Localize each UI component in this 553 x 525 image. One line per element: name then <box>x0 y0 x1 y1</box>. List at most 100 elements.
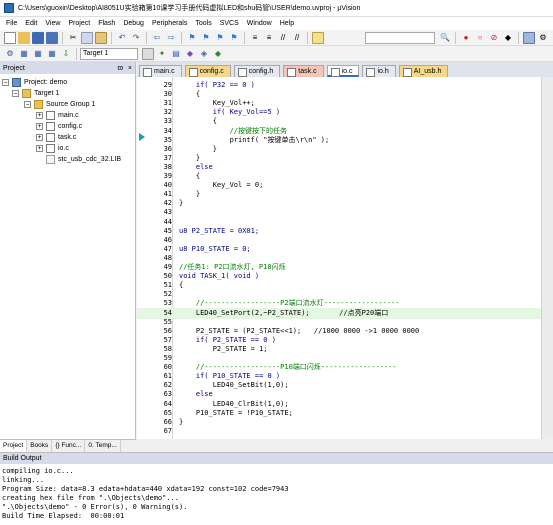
unindent-icon[interactable]: ≡ <box>263 32 275 44</box>
tab-books[interactable]: Books <box>27 440 53 452</box>
tab-task-c[interactable]: task.c <box>283 65 324 77</box>
save-all-icon[interactable] <box>46 31 58 44</box>
tree-file-main[interactable]: + main.c <box>36 110 79 121</box>
tab-templates[interactable]: 0. Temp... <box>85 440 121 452</box>
redo-icon[interactable]: ↷ <box>130 32 142 44</box>
select-packs-icon[interactable]: ◈ <box>198 48 210 60</box>
nav-forward-icon[interactable]: ⇨ <box>165 32 177 44</box>
expand-icon[interactable]: + <box>36 112 43 119</box>
kill-breakpoints-icon[interactable]: ◆ <box>502 32 514 44</box>
tree-label: stc_usb_cdc_32.LIB <box>58 156 122 163</box>
toolbar-separator <box>146 31 147 44</box>
tree-label: io.c <box>58 145 69 152</box>
build-line: creating hex file from ".\Objects\demo".… <box>2 494 180 502</box>
indent-icon[interactable]: ≡ <box>249 32 261 44</box>
project-panel-title: Project <box>3 64 25 72</box>
undo-icon[interactable]: ↶ <box>116 32 128 44</box>
collapse-icon[interactable]: − <box>12 90 19 97</box>
cut-icon[interactable]: ✂ <box>67 32 79 44</box>
window-layout-icon[interactable] <box>523 31 535 44</box>
expand-icon[interactable]: + <box>36 145 43 152</box>
prev-bookmark-icon[interactable]: ⚑ <box>200 32 212 44</box>
find-in-files-icon[interactable] <box>312 31 324 44</box>
tab-io-h[interactable]: io.h <box>362 65 396 77</box>
menu-view[interactable]: View <box>41 17 64 30</box>
tree-project-root[interactable]: − Project: demo <box>2 77 67 88</box>
run-time-env-icon[interactable]: ◆ <box>212 48 224 60</box>
expand-icon[interactable]: + <box>36 134 43 141</box>
tab-config-h[interactable]: config.h <box>233 65 281 77</box>
find-icon[interactable]: 🔍 <box>439 32 451 44</box>
library-file-icon <box>46 155 55 164</box>
expand-icon[interactable]: + <box>36 123 43 130</box>
menu-window[interactable]: Window <box>243 17 276 30</box>
tab-io-c[interactable]: io.c <box>326 65 360 77</box>
tree-file-task[interactable]: + task.c <box>36 132 76 143</box>
tree-target[interactable]: − Target 1 <box>12 88 59 99</box>
download-icon[interactable]: ⇩ <box>60 48 72 60</box>
menu-flash[interactable]: Flash <box>94 17 119 30</box>
build-line: compiling io.c... <box>2 467 74 475</box>
disable-breakpoint-icon[interactable]: ⊘ <box>488 32 500 44</box>
paste-icon[interactable] <box>95 31 107 44</box>
next-bookmark-icon[interactable]: ⚑ <box>214 32 226 44</box>
bookmark-icon[interactable]: ⚑ <box>186 32 198 44</box>
tab-main-c[interactable]: main.c <box>139 65 182 77</box>
menu-tools[interactable]: Tools <box>191 17 215 30</box>
configure-icon[interactable]: ⚙ <box>537 32 549 44</box>
tree-file-config[interactable]: + config.c <box>36 121 82 132</box>
menu-peripherals[interactable]: Peripherals <box>148 17 191 30</box>
toolbar-separator <box>111 31 112 44</box>
uncomment-icon[interactable]: // <box>291 32 303 44</box>
project-panel-tabs: Project Books {} Func... 0. Temp... <box>0 439 136 452</box>
find-combobox[interactable] <box>365 31 435 44</box>
menu-project[interactable]: Project <box>64 17 94 30</box>
batch-build-icon[interactable]: ▦ <box>46 48 58 60</box>
line-number: 67 <box>163 426 172 435</box>
c-file-icon <box>46 111 55 120</box>
file-extensions-icon[interactable]: ▤ <box>170 48 182 60</box>
build-toolbar: ⚙ ▦ ▦ ▦ ⇩ Target 1 ✦ ▤ ◆ ◈ ◆ <box>0 46 553 62</box>
clear-bookmarks-icon[interactable]: ⚑ <box>228 32 240 44</box>
target-options-icon[interactable] <box>142 47 154 60</box>
target-select[interactable]: Target 1 <box>80 47 138 60</box>
manage-components-icon[interactable]: ✦ <box>156 48 168 60</box>
copy-icon[interactable] <box>81 31 93 44</box>
project-panel: Project ϖ × − Project: demo − Target 1 −… <box>0 62 136 452</box>
open-folder-icon[interactable] <box>18 31 30 44</box>
editor-tabs: main.c config.c config.h task.c io.c io.… <box>137 62 553 77</box>
new-file-icon[interactable] <box>4 31 16 44</box>
toolbar-separator <box>76 47 77 60</box>
menu-edit[interactable]: Edit <box>21 17 41 30</box>
tree-label: config.c <box>58 123 83 130</box>
comment-icon[interactable]: // <box>277 32 289 44</box>
tab-config-c[interactable]: config.c <box>184 65 231 77</box>
tree-source-group[interactable]: − Source Group 1 <box>24 99 95 110</box>
nav-back-icon[interactable]: ⇦ <box>151 32 163 44</box>
tree-file-lib[interactable]: stc_usb_cdc_32.LIB <box>46 154 121 165</box>
tree-file-io[interactable]: + io.c <box>36 143 69 154</box>
pin-icon[interactable]: ϖ <box>117 65 122 72</box>
manage-packs-icon[interactable]: ◆ <box>184 48 196 60</box>
tab-functions[interactable]: {} Func... <box>52 440 86 452</box>
build-icon[interactable]: ▦ <box>18 48 30 60</box>
debug-start-icon[interactable]: ● <box>460 32 472 44</box>
code-editor[interactable]: 29 if( P32 == 0 ) 30 {31 Key_Vol++; 32 if(… <box>137 77 553 439</box>
editor-vertical-scrollbar[interactable] <box>541 77 553 439</box>
translate-icon[interactable]: ⚙ <box>4 48 16 60</box>
code-line[interactable]: 67 <box>137 426 553 437</box>
menu-debug[interactable]: Debug <box>119 17 148 30</box>
menu-svcs[interactable]: SVCS <box>216 17 243 30</box>
tab-ai-usb-h[interactable]: AI_usb.h <box>398 65 449 77</box>
collapse-icon[interactable]: − <box>24 101 31 108</box>
collapse-icon[interactable]: − <box>2 79 9 86</box>
close-panel-icon[interactable]: × <box>128 65 132 72</box>
menu-help[interactable]: Help <box>276 17 298 30</box>
breakpoint-icon[interactable]: ○ <box>474 32 486 44</box>
save-icon[interactable] <box>32 31 44 44</box>
toolbar-separator <box>62 31 63 44</box>
toolbar-separator <box>181 31 182 44</box>
tab-project[interactable]: Project <box>0 440 28 452</box>
rebuild-icon[interactable]: ▦ <box>32 48 44 60</box>
menu-file[interactable]: File <box>2 17 21 30</box>
